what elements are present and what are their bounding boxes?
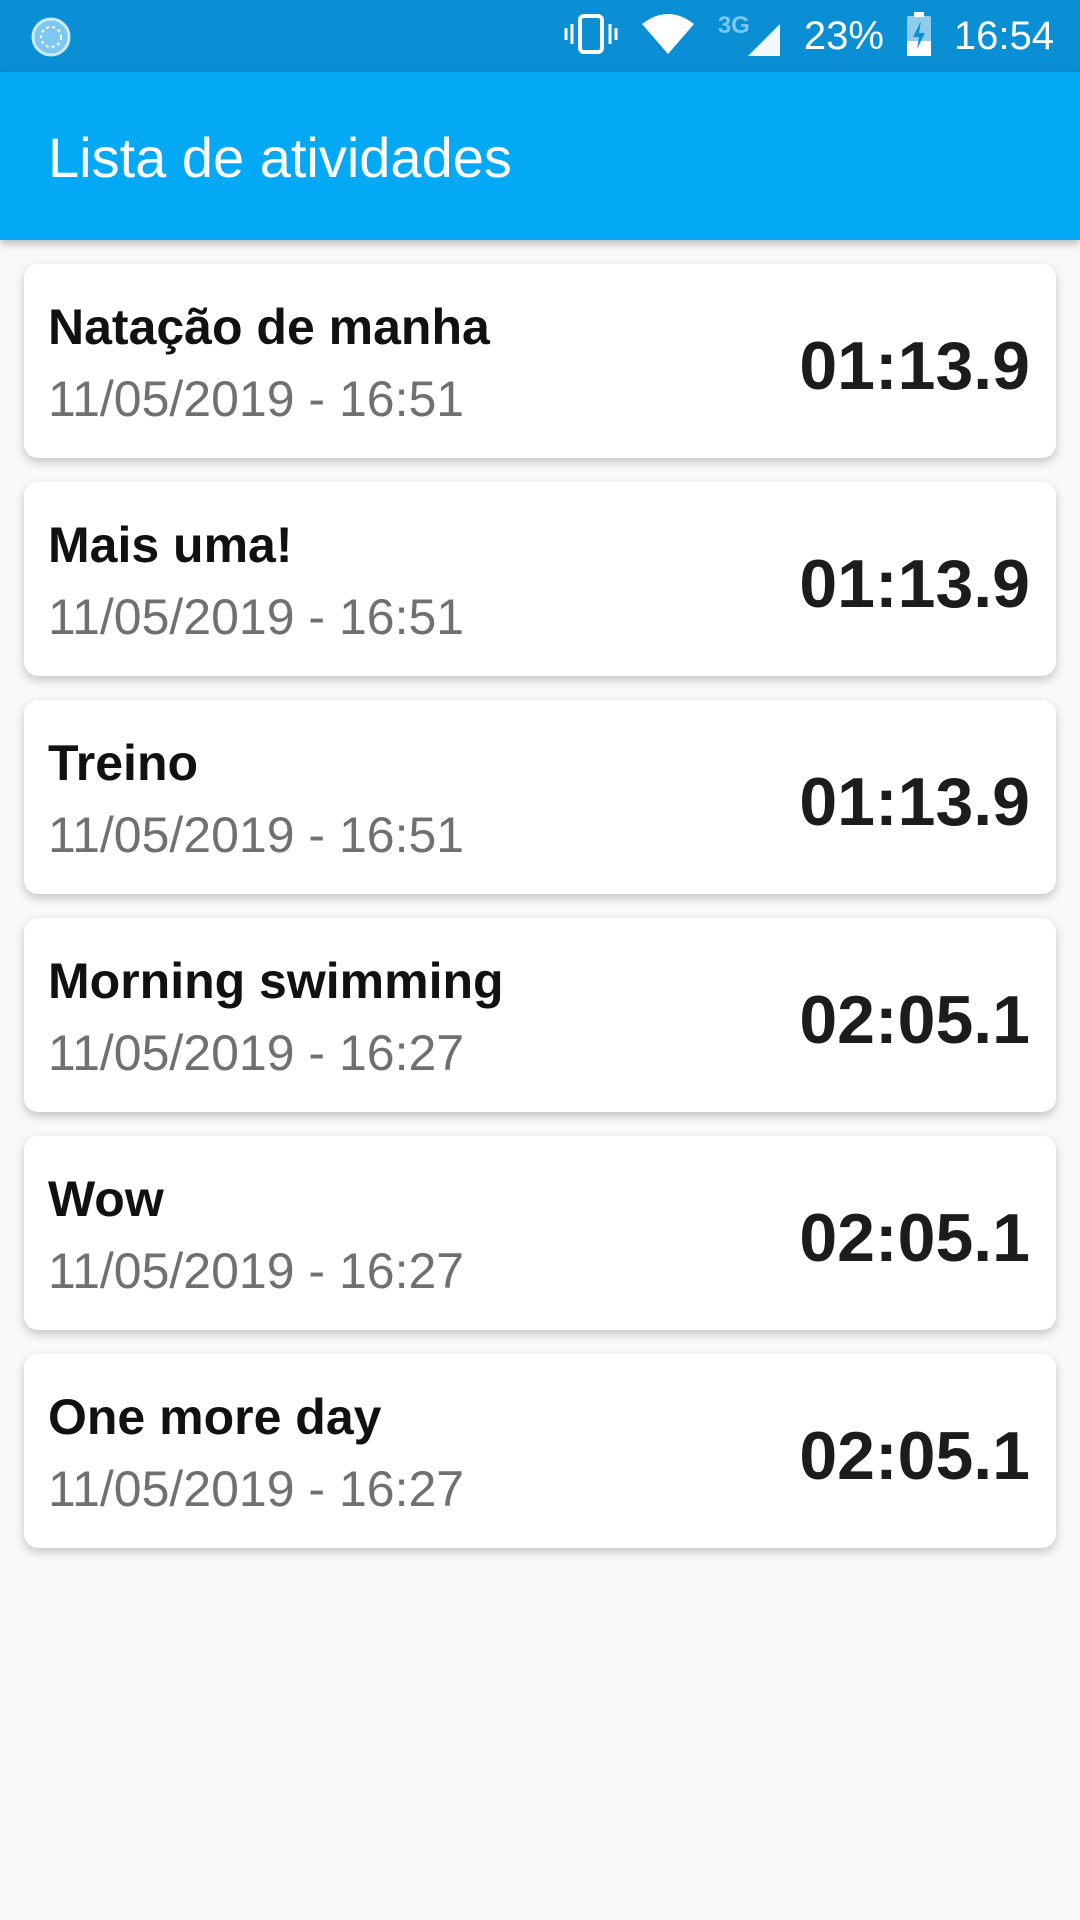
app-bar: Lista de atividades [0,72,1080,240]
activity-datetime: 11/05/2019 - 16:27 [48,1243,465,1299]
activity-title: Morning swimming [48,953,504,1009]
activity-duration: 02:05.1 [799,1418,1030,1494]
activity-card[interactable]: One more day 11/05/2019 - 16:27 02:05.1 [24,1354,1056,1548]
activity-title: Natação de manha [48,299,490,355]
loading-circle-icon [30,16,72,58]
battery-percent: 23% [803,13,884,58]
activity-title: Mais uma! [48,517,293,573]
battery-charging-icon [906,11,932,62]
wifi-icon [640,12,696,61]
activity-card[interactable]: Wow 11/05/2019 - 16:27 02:05.1 [24,1136,1056,1330]
status-bar: 3G 23% 16:54 [0,0,1080,72]
vibrate-icon [564,12,618,61]
activity-list: Natação de manha 11/05/2019 - 16:51 01:13.… [24,264,1056,1572]
activity-card[interactable]: Treino 11/05/2019 - 16:51 01:13.9 [24,700,1056,894]
activity-duration: 02:05.1 [799,1200,1030,1276]
activity-datetime: 11/05/2019 - 16:51 [48,589,465,645]
activity-duration: 02:05.1 [799,982,1030,1058]
signal-icon [747,24,780,56]
activity-datetime: 11/05/2019 - 16:27 [48,1461,465,1517]
network-type-indicator: 3G [718,12,782,60]
activity-datetime: 11/05/2019 - 16:51 [48,371,465,427]
activity-card[interactable]: Morning swimming 11/05/2019 - 16:27 02:05.… [24,918,1056,1112]
activity-title: One more day [48,1389,382,1445]
activity-duration: 01:13.9 [799,764,1030,840]
activity-title: Wow [48,1171,164,1227]
activity-datetime: 11/05/2019 - 16:27 [48,1025,465,1081]
activity-duration: 01:13.9 [799,546,1030,622]
activity-datetime: 11/05/2019 - 16:51 [48,807,465,863]
activity-card[interactable]: Mais uma! 11/05/2019 - 16:51 01:13.9 [24,482,1056,676]
activity-duration: 01:13.9 [799,328,1030,404]
page-title: Lista de atividades [48,126,512,189]
clock-time: 16:54 [953,13,1054,58]
activity-card[interactable]: Natação de manha 11/05/2019 - 16:51 01:13.… [24,264,1056,458]
activity-title: Treino [48,735,199,791]
